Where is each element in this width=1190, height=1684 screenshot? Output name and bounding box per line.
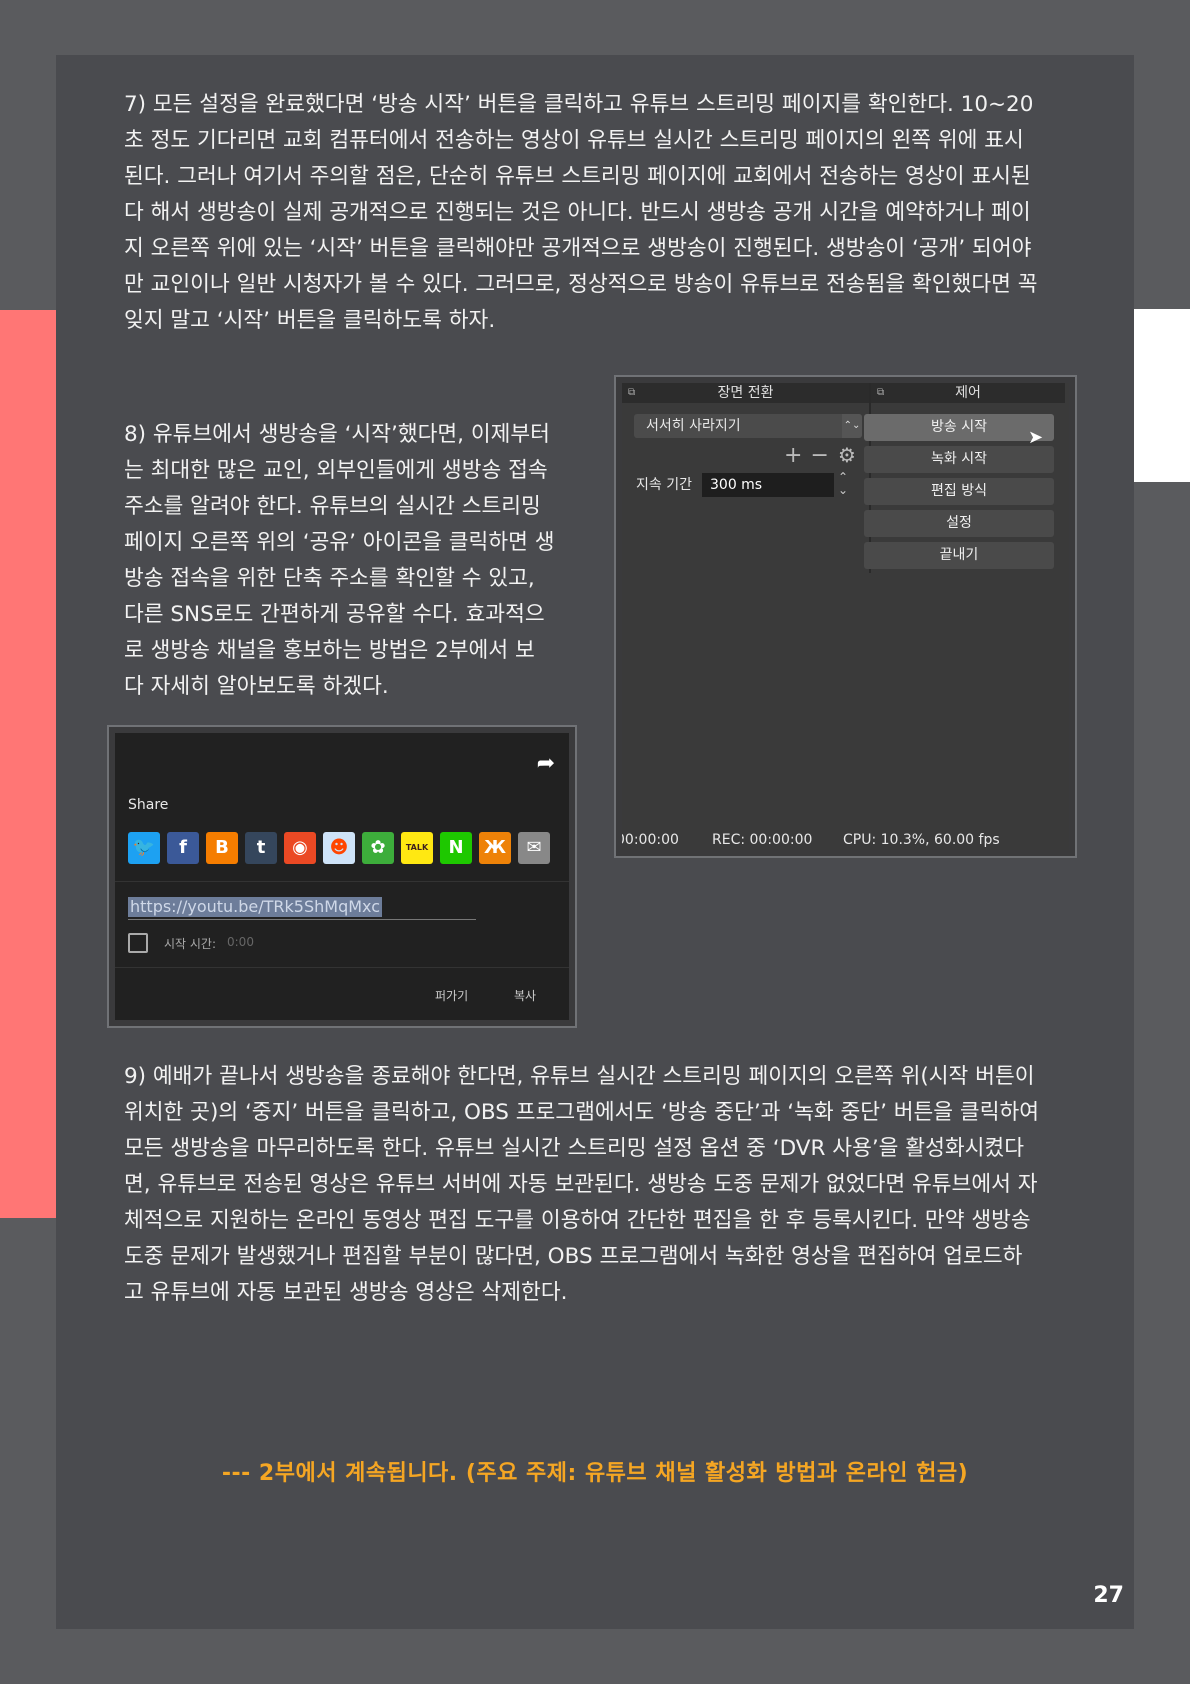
embed-button[interactable]: 퍼가기 [435,987,468,1004]
left-accent-bar [0,310,56,1218]
scene-transition-title: 장면 전환 [717,385,774,401]
divider [115,881,569,882]
duration-field[interactable]: 300 ms [702,473,834,497]
text-line: 주소를 알려야 한다. 유튜브의 실시간 스트리밍 [124,494,541,519]
cursor-icon: ➤ [1028,427,1044,448]
start-recording-button[interactable]: 녹화 시작 [864,446,1054,473]
reddit-icon[interactable]: ☻ [323,832,355,864]
paragraph-7: 7) 모든 설정을 완료했다면 ‘방송 시작’ 버튼을 클릭하고 유튜브 스트리… [124,87,1074,339]
text-line: 체적으로 지원하는 온라인 동영상 편집 도구를 이용하여 간단한 편집을 한 … [124,1208,1031,1233]
text-line: 로 생방송 채널을 홍보하는 방법은 2부에서 보 [124,638,535,663]
text-line: 초 정도 기다리면 교회 컴퓨터에서 전송하는 영상이 유튜브 실시간 스트리밍… [124,128,1024,153]
start-time-checkbox[interactable] [128,933,148,953]
share-title: Share [128,797,169,813]
text-line: 다 해서 생방송이 실제 공개적으로 진행되는 것은 아니다. 반드시 생방송 … [124,200,1031,225]
transition-tools: +− [784,443,837,468]
text-line: 지 오른쪽 위에 있는 ‘시작’ 버튼을 클릭해야만 공개적으로 생방송이 진행… [124,236,1032,261]
studio-mode-button[interactable]: 편집 방식 [864,478,1054,505]
start-time-input[interactable]: 0:00 [227,935,254,949]
naver-icon[interactable]: N [440,832,472,864]
text-line: 방송 접속을 위한 단축 주소를 확인할 수 있고, [124,566,535,591]
stumbleupon-icon[interactable]: ◉ [284,832,316,864]
text-line: 도중 문제가 발생했거나 편집할 부분이 많다면, OBS 프로그램에서 녹화한… [124,1244,1023,1269]
odnoklassniki-icon[interactable]: Ж [479,832,511,864]
email-icon[interactable]: ✉ [518,832,550,864]
updown-icon: ⌃⌄ [842,414,862,438]
text-line: 는 최대한 많은 교인, 외부인들에게 생방송 접속 [124,458,548,483]
start-streaming-button[interactable]: 방송 시작 [864,414,1054,441]
settings-button[interactable]: 설정 [864,510,1054,537]
text-line: 7) 모든 설정을 완료했다면 ‘방송 시작’ 버튼을 클릭하고 유튜브 스트리… [124,92,1034,117]
transition-select[interactable]: 서서히 사라지기 ⌃⌄ [634,414,862,438]
text-line: 8) 유튜브에서 생방송을 ‘시작’했다면, 이제부터 [124,422,550,447]
share-url-field[interactable]: https://youtu.be/TRk5ShMqMxc [128,897,383,917]
share-screenshot: ➦ Share 🐦 f B t ◉ ☻ ✿ TALK N Ж ✉ https:/… [107,725,577,1028]
text-line: 위치한 곳)의 ‘중지’ 버튼을 클릭하고, OBS 프로그램에서도 ‘방송 중… [124,1100,1040,1125]
facebook-icon[interactable]: f [167,832,199,864]
dock-icon: ⧉ [628,387,636,398]
continue-note: --- 2부에서 계속됩니다. (주요 주제: 유튜브 채널 활성화 방법과 온… [221,1461,969,1486]
text-line: 다른 SNS로도 간편하게 공유할 수다. 효과적으 [124,602,545,627]
text-line: 다 자세히 알아보도록 하겠다. [124,674,389,699]
scene-transition-header: ⧉ 장면 전환 [622,383,869,403]
gear-icon[interactable]: ⚙ [838,443,856,467]
paragraph-9: 9) 예배가 끝나서 생방송을 종료해야 한다면, 유튜브 실시간 스트리밍 페… [124,1059,1074,1311]
duration-label: 지속 기간 [636,477,692,493]
text-line: 잊지 말고 ‘시작’ 버튼을 클릭하도록 하자. [124,308,496,333]
kakaotalk-icon[interactable]: TALK [401,832,433,864]
blogger-icon[interactable]: B [206,832,238,864]
text-line: 고 유튜브에 자동 보관된 생방송 영상은 삭제한다. [124,1280,568,1305]
duration-stepper[interactable]: ⌃ ⌄ [838,471,848,497]
url-underline [128,919,476,920]
obs-screenshot: ⧉ 장면 전환 ⧉ 제어 서서히 사라지기 ⌃⌄ +− ⚙ 지속 기간 300 … [614,375,1077,858]
status-time: 00:00:00 [622,832,679,848]
divider [115,967,569,968]
text-line: 9) 예배가 끝나서 생방송을 종료해야 한다면, 유튜브 실시간 스트리밍 페… [124,1064,1035,1089]
page: 7) 모든 설정을 완료했다면 ‘방송 시작’ 버튼을 클릭하고 유튜브 스트리… [56,55,1134,1629]
kakaostory-icon[interactable]: ✿ [362,832,394,864]
text-line: 된다. 그러나 여기서 주의할 점은, 단순히 유튜브 스트리밍 페이지에 교회… [124,164,1031,189]
add-icon[interactable]: + [784,443,810,468]
status-rec: REC: 00:00:00 [712,832,813,848]
transition-select-value: 서서히 사라지기 [646,418,741,434]
share-arrow-icon[interactable]: ➦ [537,751,555,776]
text-line: 페이지 오른쪽 위의 ‘공유’ 아이콘을 클릭하면 생 [124,530,555,555]
obs-panel: ⧉ 장면 전환 ⧉ 제어 서서히 사라지기 ⌃⌄ +− ⚙ 지속 기간 300 … [622,383,1069,850]
twitter-icon[interactable]: 🐦 [128,832,160,864]
start-time-label: 시작 시간: [164,937,217,951]
text-line: 모든 생방송을 마무리하도록 한다. 유튜브 실시간 스트리밍 설정 옵션 중 … [124,1136,1024,1161]
page-number: 27 [1093,1583,1124,1608]
copy-button[interactable]: 복사 [514,987,536,1004]
controls-header: ⧉ 제어 [871,383,1065,403]
status-cpu: CPU: 10.3%, 60.00 fps [843,832,1000,848]
tumblr-icon[interactable]: t [245,832,277,864]
right-accent-bar [1134,309,1190,482]
exit-button[interactable]: 끝내기 [864,542,1054,569]
controls-title: 제어 [955,385,981,401]
paragraph-8: 8) 유튜브에서 생방송을 ‘시작’했다면, 이제부터 는 최대한 많은 교인,… [124,417,576,705]
remove-icon[interactable]: − [810,443,836,468]
text-line: 면, 유튜브로 전송된 영상은 유튜브 서버에 자동 보관된다. 생방송 도중 … [124,1172,1038,1197]
share-dialog: ➦ Share 🐦 f B t ◉ ☻ ✿ TALK N Ж ✉ https:/… [115,733,569,1020]
text-line: 만 교인이나 일반 시청자가 볼 수 있다. 그러므로, 정상적으로 방송이 유… [124,272,1038,297]
dock-icon: ⧉ [877,387,885,398]
